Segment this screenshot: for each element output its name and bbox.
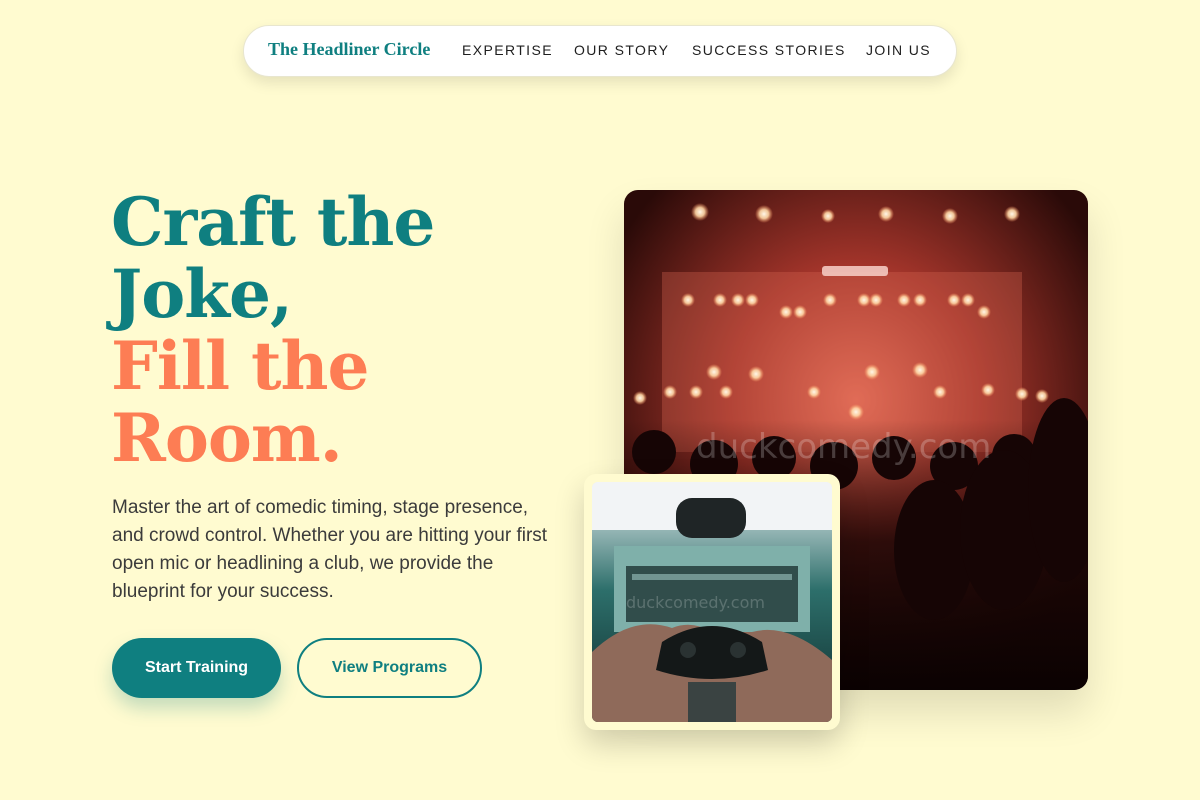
- watermark-text: duckcomedy.com: [696, 427, 991, 467]
- nav-link-success-stories[interactable]: SUCCESS STORIES: [692, 42, 846, 58]
- nav-link-our-story[interactable]: OUR STORY: [574, 42, 669, 58]
- hero-title-line-accent: Fill the: [111, 327, 370, 405]
- view-programs-button[interactable]: View Programs: [297, 638, 482, 698]
- hero-description: Master the art of comedic timing, stage …: [112, 497, 548, 602]
- gamer-image-frame: duckcomedy.com: [584, 474, 840, 730]
- top-navigation: The Headliner Circle EXPERTISE OUR STORY…: [243, 25, 957, 77]
- nav-link-join-us[interactable]: JOIN US: [866, 42, 931, 58]
- brand-logo[interactable]: The Headliner Circle: [268, 39, 430, 60]
- hero-title-line-accent: Room.: [111, 399, 343, 477]
- gamer-controller-image: duckcomedy.com: [592, 482, 832, 722]
- hero-title-line: Craft the: [111, 183, 435, 261]
- start-training-button[interactable]: Start Training: [112, 638, 281, 698]
- nav-link-expertise[interactable]: EXPERTISE: [462, 42, 553, 58]
- hero-title: Craft the Joke, Fill the Room.: [111, 183, 435, 477]
- hero-title-line: Joke,: [111, 255, 293, 333]
- watermark-text: duckcomedy.com: [626, 593, 765, 612]
